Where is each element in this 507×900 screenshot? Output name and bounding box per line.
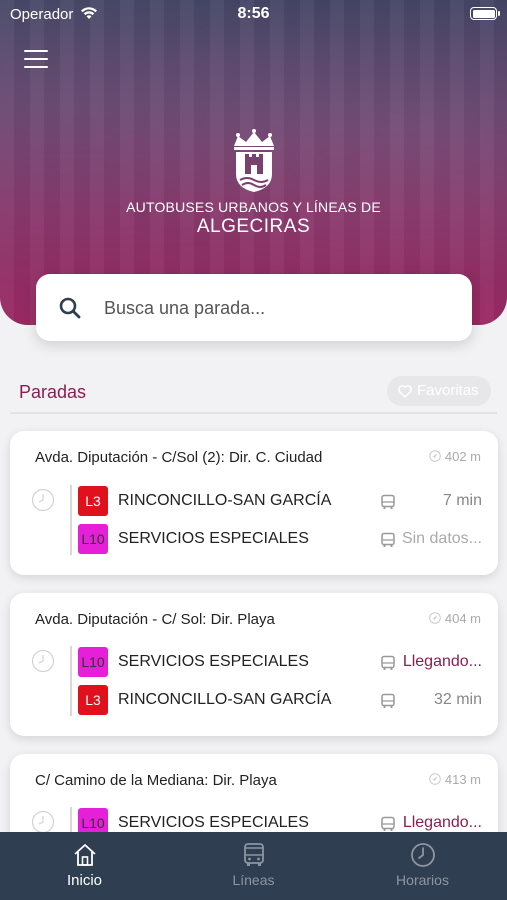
home-icon [74, 844, 96, 866]
line-badge: L10 [78, 524, 108, 554]
bus-icon [381, 816, 395, 831]
eta-label: Sin datos... [401, 530, 482, 547]
favorites-button[interactable]: Favoritas [387, 376, 491, 406]
line-name: SERVICIOS ESPECIALES [118, 530, 309, 547]
search-icon [59, 297, 81, 319]
header-subtitle: AUTOBUSES URBANOS Y LÍNEAS DE [126, 199, 381, 215]
status-bar: Operador 8:56 [0, 0, 507, 30]
clock-icon [31, 488, 55, 512]
line-name: RINCONCILLO-SAN GARCÍA [118, 492, 332, 509]
line-name: RINCONCILLO-SAN GARCÍA [118, 691, 332, 708]
search-input[interactable] [104, 294, 444, 322]
tab-horarios[interactable]: Horarios [338, 832, 507, 900]
distance-label: 413 m [444, 772, 481, 787]
tab-label: Horarios [396, 872, 449, 888]
stop-card[interactable]: Avda. Diputación - C/Sol (2): Dir. C. Ci… [10, 431, 498, 575]
hamburger-icon [24, 50, 48, 52]
favorites-label: Favoritas [417, 382, 479, 399]
line-name: SERVICIOS ESPECIALES [118, 653, 309, 670]
distance-label: 402 m [444, 449, 481, 464]
bus-icon [381, 693, 395, 708]
section-divider [10, 412, 497, 414]
bus-icon [244, 843, 264, 866]
route-divider [70, 485, 72, 555]
bus-icon [381, 494, 395, 509]
location-arrow-icon [429, 612, 441, 624]
bus-icon [381, 532, 395, 547]
line-row[interactable]: L10 SERVICIOS ESPECIALES Llegando... [78, 647, 488, 677]
tab-inicio[interactable]: Inicio [0, 832, 169, 900]
line-row[interactable]: L3 RINCONCILLO-SAN GARCÍA 32 min [78, 685, 488, 715]
distance-label: 404 m [444, 611, 481, 626]
tab-label: Líneas [232, 872, 275, 888]
clock-icon [411, 843, 435, 867]
eta-label: Llegando... [402, 814, 482, 831]
clock-time: 8:56 [237, 5, 270, 22]
clock-icon [31, 810, 55, 834]
location-arrow-icon [429, 773, 441, 785]
stop-name: Avda. Diputación - C/Sol (2): Dir. C. Ci… [35, 449, 323, 466]
line-row[interactable]: L10 SERVICIOS ESPECIALES Sin datos... [78, 524, 488, 554]
line-badge: L10 [78, 647, 108, 677]
eta-label: 7 min [442, 492, 482, 509]
tab-lineas[interactable]: Líneas [169, 832, 338, 900]
route-divider [70, 646, 72, 716]
location-arrow-icon [429, 450, 441, 462]
bus-icon [381, 655, 395, 670]
battery-icon [470, 7, 500, 20]
tab-label: Inicio [66, 872, 103, 889]
line-name: SERVICIOS ESPECIALES [118, 814, 309, 831]
section-title: Paradas [19, 382, 87, 402]
tab-bar: Inicio Líneas Horarios [0, 832, 507, 900]
stop-card[interactable]: Avda. Diputación - C/ Sol: Dir. Playa 40… [10, 593, 498, 736]
menu-button[interactable] [24, 50, 48, 68]
algeciras-crest-logo [234, 129, 274, 192]
stop-distance: 413 m [429, 772, 481, 787]
stop-name: C/ Camino de la Mediana: Dir. Playa [35, 772, 277, 789]
line-badge: L3 [78, 685, 108, 715]
eta-label: 32 min [433, 691, 482, 708]
clock-icon [31, 649, 55, 673]
stop-distance: 404 m [429, 611, 481, 626]
stop-name: Avda. Diputación - C/ Sol: Dir. Playa [35, 611, 275, 628]
heart-icon [398, 385, 412, 398]
line-row[interactable]: L3 RINCONCILLO-SAN GARCÍA 7 min [78, 486, 488, 516]
search-box[interactable] [36, 274, 472, 341]
line-badge: L3 [78, 486, 108, 516]
eta-label: Llegando... [402, 653, 482, 670]
header-title: ALGECIRAS [196, 216, 311, 237]
stop-distance: 402 m [429, 449, 481, 464]
